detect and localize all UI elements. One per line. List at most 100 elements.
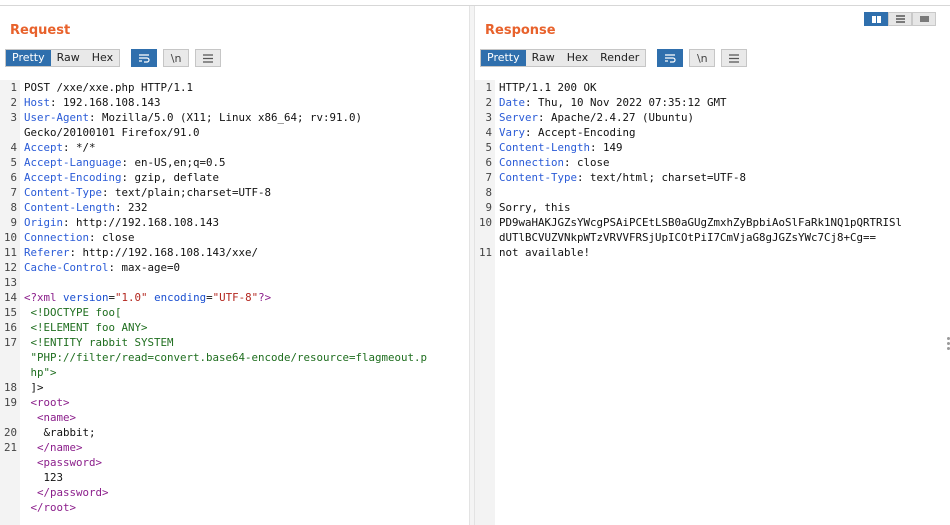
header-value: Thu, 10 Nov 2022 07:35:12 GMT [531,96,727,109]
code-line: dUTlBCVUZVNkpWTzVRVVFRSjUpICOtPiI7CmVjaG… [475,230,950,245]
line-content: Content-Type: text/html; charset=UTF-8 [499,170,746,185]
response-editor[interactable]: 1 HTTP/1.1 200 OK 2 Date: Thu, 10 Nov 2022 … [475,80,950,525]
xml-token: encoding [154,291,207,304]
header-name: Content-Type [24,186,103,199]
code-line: 4 Accept: */* [0,140,469,155]
line-number: 6 [485,156,492,169]
header-name: Content-Length [24,201,116,214]
xml-token: ?> [258,291,272,304]
response-pane: Response Pretty Raw Hex Render \n 1 HTTP/… [475,6,950,525]
request-tab-raw[interactable]: Raw [50,50,86,66]
line-content: not available! [499,246,591,259]
code-line: 7 Content-Type: text/html; charset=UTF-8 [475,170,950,185]
line-number: 2 [10,96,17,109]
line-content: hp"> [24,365,57,380]
line-number: 3 [10,111,17,124]
line-content: Host: 192.168.108.143 [24,95,161,110]
newline-icon[interactable]: \n [689,49,716,67]
line-number: 5 [10,156,17,169]
code-line: hp"> [0,365,469,380]
line-number: 1 [485,81,492,94]
request-pane: Request Pretty Raw Hex \n 1 POST /xxe/xxe… [0,6,475,525]
line-content: dUTlBCVUZVNkpWTzVRVVFRSjUpICOtPiI7CmVjaG… [499,231,877,244]
header-value: 192.168.108.143 [56,96,161,109]
header-name: Host [24,96,51,109]
newline-icon[interactable]: \n [163,49,190,67]
line-content: </password> [24,485,109,500]
line-content: HTTP/1.1 200 OK [499,81,597,94]
request-editor[interactable]: 1 POST /xxe/xxe.php HTTP/1.1 2 Host: 192.16… [0,80,469,525]
response-view-tabs: Pretty Raw Hex Render [480,49,647,67]
request-tab-hex[interactable]: Hex [85,50,120,66]
header-value: close [570,156,610,169]
line-number: 11 [478,246,492,259]
header-value: 232 [121,201,148,214]
line-content: PD9waHAKJGZsYWcgPSAiPCEtLSB0aGUgZmxhZyBp… [499,216,903,229]
line-number: 16 [3,321,17,334]
header-name: Content-Type [499,171,578,184]
header-name: Server [499,111,539,124]
header-value: en-US,en;q=0.5 [128,156,226,169]
line-content: Referer: http://192.168.108.143/xxe/ [24,245,258,260]
line-content: Connection: close [24,230,135,245]
menu-icon[interactable] [721,49,748,67]
request-tab-pretty[interactable]: Pretty [6,50,51,66]
line-number: 3 [485,111,492,124]
code-line: 3 Server: Apache/2.4.27 (Ubuntu) [475,110,950,125]
xml-token: ]> [24,381,44,394]
response-tab-hex[interactable]: Hex [560,50,595,66]
xml-token: <!ELEMENT foo ANY> [24,321,148,334]
xml-token [24,411,37,424]
line-content: <!ENTITY rabbit SYSTEM [24,335,174,350]
code-line: 9 Origin: http://192.168.108.143 [0,215,469,230]
code-line: 8 Content-Length: 232 [0,200,469,215]
line-content: Accept-Encoding: gzip, deflate [24,170,219,185]
line-number: 17 [3,336,17,349]
line-number: 13 [3,276,17,289]
line-number: 5 [485,141,492,154]
code-line: 2 Date: Thu, 10 Nov 2022 07:35:12 GMT [475,95,950,110]
header-name: Vary [499,126,526,139]
response-toolbar: Pretty Raw Hex Render \n [480,49,748,67]
line-number: 6 [10,171,17,184]
header-name: Cache-Control [24,261,109,274]
wrap-icon[interactable] [131,49,158,67]
line-number: 8 [485,186,492,199]
header-value: http://192.168.108.143/xxe/ [76,246,259,259]
menu-icon[interactable] [195,49,222,67]
response-tab-pretty[interactable]: Pretty [481,50,526,66]
line-content: &rabbit; [24,425,96,440]
xml-token: 123 [24,471,64,484]
line-content: Content-Length: 149 [499,140,623,155]
line-number: 14 [3,291,17,304]
code-line: 20 &rabbit; [0,425,469,440]
xml-token: </password> [37,486,109,499]
line-number: 11 [3,246,17,259]
header-name: Connection [24,231,90,244]
line-content: 123 [24,470,64,485]
line-content: <!ELEMENT foo ANY> [24,320,148,335]
code-line: 3 User-Agent: Mozilla/5.0 (X11; Linux x86… [0,110,469,125]
wrap-icon[interactable] [657,49,684,67]
line-number: 12 [3,261,17,274]
header-value: Mozilla/5.0 (X11; Linux x86_64; rv:91.0) [95,111,363,124]
line-content: </root> [24,500,77,515]
header-name: Accept-Language [24,156,122,169]
code-line: 5 Accept-Language: en-US,en;q=0.5 [0,155,469,170]
line-number: 19 [3,396,17,409]
xml-token: "PHP://filter/read=convert.base64-encode… [24,351,428,364]
header-name: Accept [24,141,64,154]
line-content: Date: Thu, 10 Nov 2022 07:35:12 GMT [499,95,727,110]
code-line: <name> [0,410,469,425]
response-tab-raw[interactable]: Raw [525,50,561,66]
header-value: max-age=0 [115,261,181,274]
xml-token: hp"> [24,366,57,379]
response-tab-render[interactable]: Render [594,50,646,66]
code-line: 14 <?xml version="1.0" encoding="UTF-8"?> [0,290,469,305]
code-line: 18 ]> [0,380,469,395]
header-value: Accept-Encoding [531,126,636,139]
header-value: text/plain;charset=UTF-8 [108,186,272,199]
code-line: 7 Content-Type: text/plain;charset=UTF-8 [0,185,469,200]
line-content: Server: Apache/2.4.27 (Ubuntu) [499,110,694,125]
code-line: 19 <root> [0,395,469,410]
